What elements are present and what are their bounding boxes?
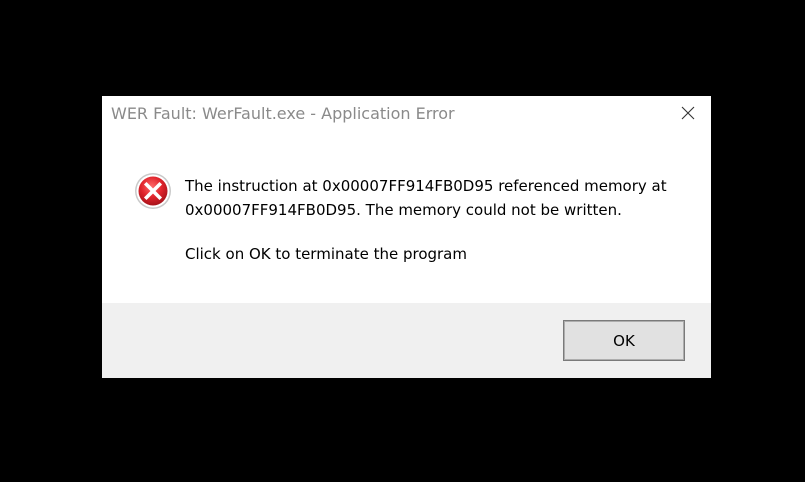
close-button[interactable] xyxy=(665,96,711,130)
error-icon xyxy=(135,173,171,209)
window-title: WER Fault: WerFault.exe - Application Er… xyxy=(111,104,455,123)
dialog-content: The instruction at 0x00007FF914FB0D95 re… xyxy=(102,132,711,303)
message-line-1: The instruction at 0x00007FF914FB0D95 re… xyxy=(185,177,667,195)
close-icon xyxy=(681,106,695,120)
button-bar: OK xyxy=(102,303,711,378)
error-dialog: WER Fault: WerFault.exe - Application Er… xyxy=(102,96,711,378)
message-line-3: Click on OK to terminate the program xyxy=(185,245,467,263)
title-bar: WER Fault: WerFault.exe - Application Er… xyxy=(102,96,711,132)
message-line-2: 0x00007FF914FB0D95. The memory could not… xyxy=(185,201,622,219)
ok-button[interactable]: OK xyxy=(563,320,685,361)
error-message: The instruction at 0x00007FF914FB0D95 re… xyxy=(185,174,685,266)
